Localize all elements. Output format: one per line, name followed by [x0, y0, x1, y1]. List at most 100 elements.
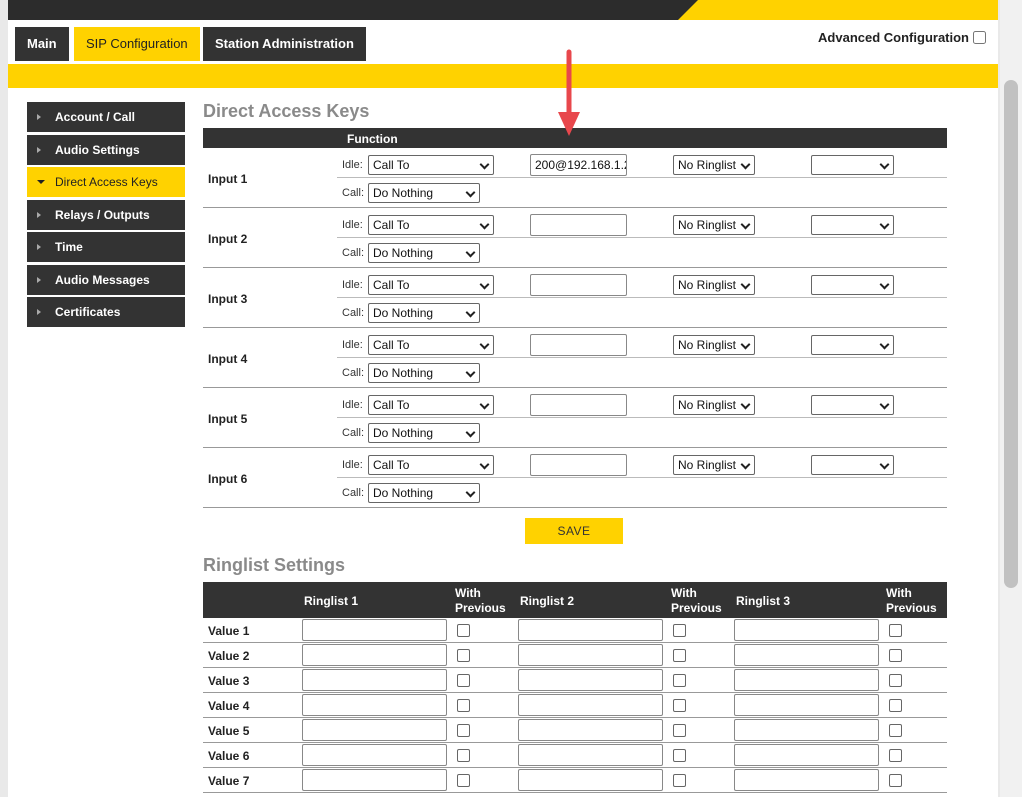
ringlist-2-input[interactable]	[518, 719, 663, 741]
with-previous-3-checkbox[interactable]	[889, 649, 902, 662]
chevron-right-icon	[37, 309, 41, 315]
row-divider	[337, 357, 947, 358]
with-previous-3-checkbox[interactable]	[889, 624, 902, 637]
extra-select[interactable]	[811, 215, 894, 235]
ringlist-2-input[interactable]	[518, 669, 663, 691]
with-previous-2-checkbox[interactable]	[673, 774, 686, 787]
ringlist-select[interactable]: No Ringlist	[673, 215, 755, 235]
function-header: Function	[347, 132, 398, 146]
call-action-select[interactable]: Do Nothing	[368, 303, 480, 323]
with-previous-2-checkbox[interactable]	[673, 649, 686, 662]
call-target-input[interactable]: 200@192.168.1.2	[530, 154, 627, 176]
ringlist-select[interactable]: No Ringlist	[673, 455, 755, 475]
ringlist-select[interactable]: No Ringlist	[673, 275, 755, 295]
idle-action-select[interactable]: Call To	[368, 275, 494, 295]
with-previous-3-checkbox[interactable]	[889, 699, 902, 712]
with-previous-1-checkbox[interactable]	[457, 699, 470, 712]
call-action-select[interactable]: Do Nothing	[368, 243, 480, 263]
with-previous-3-checkbox[interactable]	[889, 674, 902, 687]
idle-action-select[interactable]: Call To	[368, 215, 494, 235]
extra-select[interactable]	[811, 155, 894, 175]
with-previous-1-checkbox[interactable]	[457, 749, 470, 762]
sidebar-item-relays-outputs[interactable]: Relays / Outputs	[27, 199, 185, 230]
scrollbar-thumb[interactable]	[1004, 80, 1018, 588]
tab-sip-configuration[interactable]: SIP Configuration	[74, 27, 200, 61]
with-previous-2-checkbox[interactable]	[673, 699, 686, 712]
extra-select[interactable]	[811, 275, 894, 295]
chevron-right-icon	[37, 276, 41, 283]
ringlist-2-input[interactable]	[518, 644, 663, 666]
call-label: Call:	[342, 487, 365, 499]
row-divider	[337, 477, 947, 478]
idle-action-select[interactable]: Call To	[368, 395, 494, 415]
advanced-configuration-checkbox[interactable]	[973, 31, 986, 44]
ringlist-3-input[interactable]	[734, 694, 879, 716]
call-target-input[interactable]	[530, 334, 627, 356]
ringlist-2-input[interactable]	[518, 769, 663, 791]
call-target-input[interactable]	[530, 394, 627, 416]
sidebar-item-audio-settings[interactable]: Audio Settings	[27, 134, 185, 165]
call-action-select[interactable]: Do Nothing	[368, 423, 480, 443]
top-bar-accent	[678, 0, 998, 20]
with-previous-1-checkbox[interactable]	[457, 674, 470, 687]
ringlist-2-input[interactable]	[518, 694, 663, 716]
ringlist-1-input[interactable]	[302, 694, 447, 716]
with-previous-1-checkbox[interactable]	[457, 624, 470, 637]
tab-main[interactable]: Main	[15, 27, 69, 61]
ringlist-1-input[interactable]	[302, 719, 447, 741]
with-previous-2-checkbox[interactable]	[673, 724, 686, 737]
with-previous-1-checkbox[interactable]	[457, 724, 470, 737]
with-previous-3-checkbox[interactable]	[889, 724, 902, 737]
input-label: Input 1	[208, 172, 248, 186]
with-previous-2-checkbox[interactable]	[673, 624, 686, 637]
sidebar-item-account-call[interactable]: Account / Call	[27, 102, 185, 132]
sidebar-item-certificates[interactable]: Certificates	[27, 297, 185, 327]
sidebar-item-label: Relays / Outputs	[55, 207, 150, 222]
page-frame: Main SIP Configuration Station Administr…	[8, 0, 998, 797]
idle-action-select[interactable]: Call To	[368, 455, 494, 475]
with-previous-3-checkbox[interactable]	[889, 774, 902, 787]
with-previous-2-checkbox[interactable]	[673, 749, 686, 762]
ringlist-3-input[interactable]	[734, 744, 879, 766]
sidebar-item-audio-messages[interactable]: Audio Messages	[27, 264, 185, 295]
ringlist-select[interactable]: No Ringlist	[673, 395, 755, 415]
sidebar-item-direct-access-keys[interactable]: Direct Access Keys	[27, 167, 185, 197]
ringlist-1-input[interactable]	[302, 669, 447, 691]
ringlist-2-input[interactable]	[518, 619, 663, 641]
call-target-input[interactable]	[530, 214, 627, 236]
ringlist-3-input[interactable]	[734, 719, 879, 741]
ringlist-2-input[interactable]	[518, 744, 663, 766]
extra-select[interactable]	[811, 455, 894, 475]
call-action-select[interactable]: Do Nothing	[368, 183, 480, 203]
ringlist-select[interactable]: No Ringlist	[673, 335, 755, 355]
ringlist-3-input[interactable]	[734, 644, 879, 666]
sidebar-item-label: Account / Call	[55, 110, 136, 124]
save-button[interactable]: SAVE	[525, 518, 623, 544]
ringlist-1-input[interactable]	[302, 769, 447, 791]
extra-select[interactable]	[811, 395, 894, 415]
top-bar	[8, 0, 998, 20]
ringlist-1-input[interactable]	[302, 619, 447, 641]
call-target-input[interactable]	[530, 454, 627, 476]
ringlist-3-input[interactable]	[734, 619, 879, 641]
with-previous-1-checkbox[interactable]	[457, 774, 470, 787]
sidebar-item-label: Time	[55, 240, 83, 254]
sidebar-item-label: Direct Access Keys	[55, 175, 158, 189]
call-target-input[interactable]	[530, 274, 627, 296]
idle-action-select[interactable]: Call To	[368, 155, 494, 175]
with-previous-1-checkbox[interactable]	[457, 649, 470, 662]
idle-action-select[interactable]: Call To	[368, 335, 494, 355]
sidebar-item-time[interactable]: Time	[27, 232, 185, 262]
call-action-select[interactable]: Do Nothing	[368, 483, 480, 503]
call-action-select[interactable]: Do Nothing	[368, 363, 480, 383]
with-previous-3-checkbox[interactable]	[889, 749, 902, 762]
extra-select[interactable]	[811, 335, 894, 355]
ringlist-3-input[interactable]	[734, 769, 879, 791]
tab-station-administration[interactable]: Station Administration	[203, 27, 366, 61]
idle-label: Idle:	[342, 279, 363, 291]
ringlist-select[interactable]: No Ringlist	[673, 155, 755, 175]
with-previous-2-checkbox[interactable]	[673, 674, 686, 687]
ringlist-1-input[interactable]	[302, 644, 447, 666]
ringlist-3-input[interactable]	[734, 669, 879, 691]
ringlist-1-input[interactable]	[302, 744, 447, 766]
